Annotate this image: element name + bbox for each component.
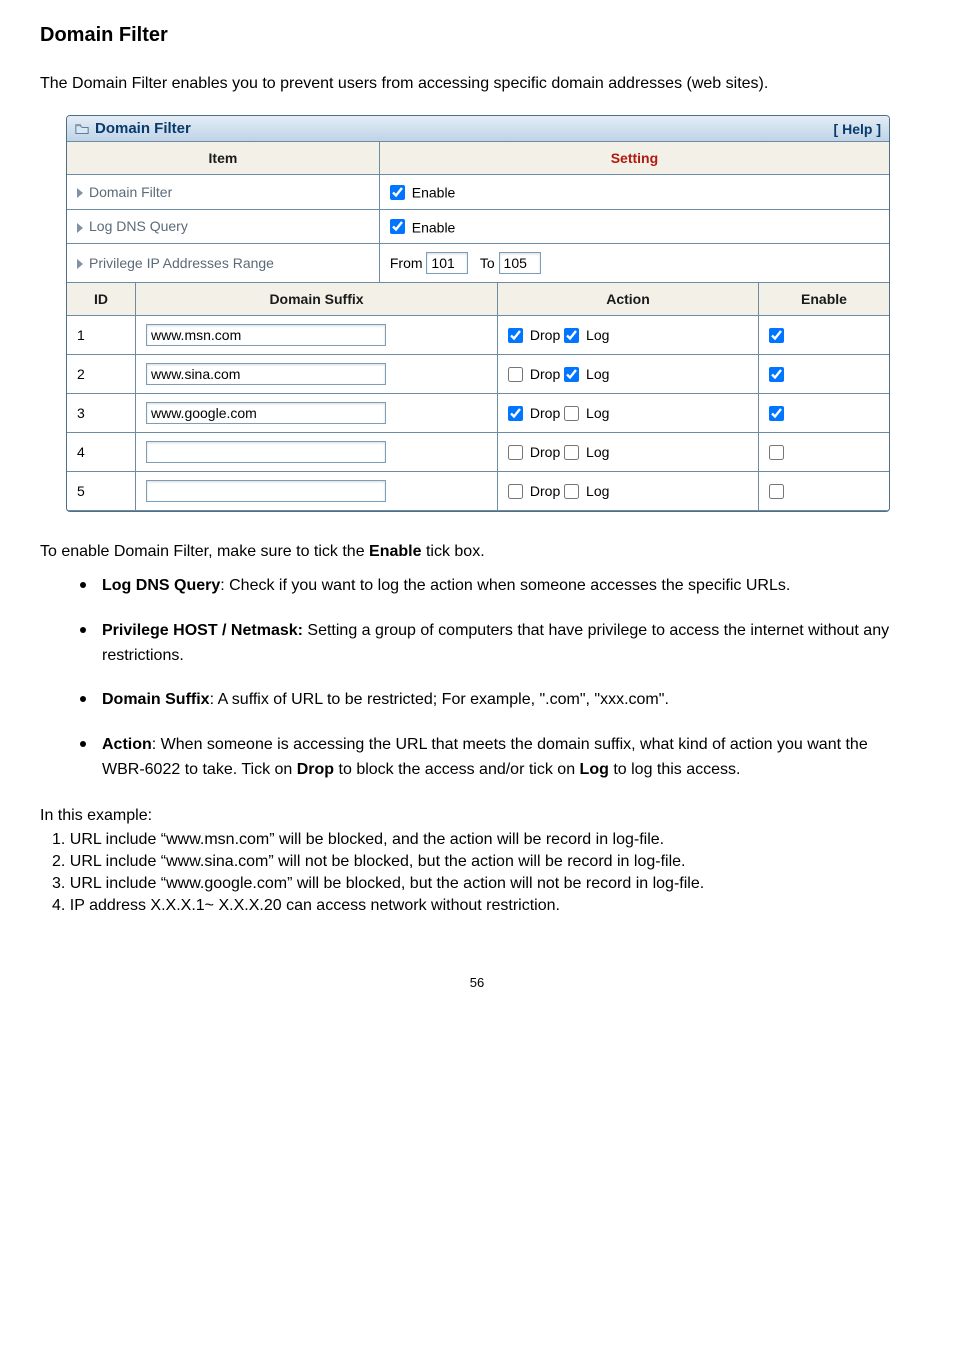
cell-action: Drop Log xyxy=(498,354,759,393)
cell-suffix xyxy=(136,354,498,393)
log-dns-enable-label: Enable xyxy=(412,219,456,235)
example-line: 3. URL include “www.google.com” will be … xyxy=(40,875,914,893)
cell-action: Drop Log xyxy=(498,432,759,471)
drop-checkbox[interactable] xyxy=(508,484,523,499)
enable-checkbox[interactable] xyxy=(769,406,784,421)
row-ip-range-label: Privilege IP Addresses Range xyxy=(67,243,379,282)
log-label: Log xyxy=(586,327,609,343)
cell-id: 4 xyxy=(67,432,136,471)
enable-checkbox[interactable] xyxy=(769,328,784,343)
cell-suffix xyxy=(136,393,498,432)
log-label: Log xyxy=(586,483,609,499)
cell-suffix xyxy=(136,471,498,510)
ip-from-label: From xyxy=(390,255,423,271)
cell-id: 5 xyxy=(67,471,136,510)
arrow-icon xyxy=(77,223,83,233)
col-item-header: Item xyxy=(67,142,379,175)
description-list: Log DNS Query: Check if you want to log … xyxy=(40,574,914,783)
col-enable-header: Enable xyxy=(759,283,890,316)
example-block: In this example: 1. URL include “www.msn… xyxy=(40,807,914,915)
list-item: Log DNS Query: Check if you want to log … xyxy=(74,574,914,599)
enable-checkbox[interactable] xyxy=(769,484,784,499)
log-checkbox[interactable] xyxy=(564,484,579,499)
suffix-input[interactable] xyxy=(146,324,386,346)
log-checkbox[interactable] xyxy=(564,406,579,421)
cell-action: Drop Log xyxy=(498,471,759,510)
cell-enable xyxy=(759,393,890,432)
example-line: 1. URL include “www.msn.com” will be blo… xyxy=(40,831,914,849)
cell-enable xyxy=(759,471,890,510)
log-checkbox[interactable] xyxy=(564,445,579,460)
row-domain-filter-label: Domain Filter xyxy=(67,175,379,209)
col-action-header: Action xyxy=(498,283,759,316)
suffix-input[interactable] xyxy=(146,402,386,424)
drop-checkbox[interactable] xyxy=(508,445,523,460)
help-link[interactable]: [ Help ] xyxy=(834,121,881,137)
list-item: Action: When someone is accessing the UR… xyxy=(74,733,914,783)
domain-filter-enable-label: Enable xyxy=(412,185,456,201)
cell-suffix xyxy=(136,432,498,471)
drop-label: Drop xyxy=(530,444,560,460)
drop-checkbox[interactable] xyxy=(508,367,523,382)
domain-filter-enable-checkbox[interactable] xyxy=(390,185,405,200)
suffix-input[interactable] xyxy=(146,363,386,385)
example-line: 2. URL include “www.sina.com” will not b… xyxy=(40,853,914,871)
folder-icon xyxy=(75,123,89,135)
drop-label: Drop xyxy=(530,483,560,499)
log-checkbox[interactable] xyxy=(564,328,579,343)
panel-title-text: Domain Filter xyxy=(95,120,191,137)
cell-action: Drop Log xyxy=(498,393,759,432)
ip-to-label: To xyxy=(480,255,495,271)
row-log-dns-label: Log DNS Query xyxy=(67,209,379,243)
cell-id: 3 xyxy=(67,393,136,432)
log-label: Log xyxy=(586,444,609,460)
panel-header: Domain Filter [ Help ] xyxy=(67,116,889,142)
page-title: Domain Filter xyxy=(40,24,914,47)
drop-checkbox[interactable] xyxy=(508,328,523,343)
ip-from-input[interactable] xyxy=(426,252,468,274)
log-label: Log xyxy=(586,366,609,382)
example-title: In this example: xyxy=(40,807,914,825)
enable-checkbox[interactable] xyxy=(769,367,784,382)
log-checkbox[interactable] xyxy=(564,367,579,382)
cell-action: Drop Log xyxy=(498,315,759,354)
cell-enable xyxy=(759,354,890,393)
ip-to-input[interactable] xyxy=(499,252,541,274)
table-row: 1 Drop Log xyxy=(67,315,889,354)
log-dns-enable-checkbox[interactable] xyxy=(390,219,405,234)
cell-enable xyxy=(759,315,890,354)
intro-paragraph: The Domain Filter enables you to prevent… xyxy=(40,73,914,95)
arrow-icon xyxy=(77,188,83,198)
col-id-header: ID xyxy=(67,283,136,316)
page-number: 56 xyxy=(40,975,914,990)
list-item: Domain Suffix: A suffix of URL to be res… xyxy=(74,688,914,713)
note-line: To enable Domain Filter, make sure to ti… xyxy=(40,540,914,564)
drop-checkbox[interactable] xyxy=(508,406,523,421)
table-row: 2 Drop Log xyxy=(67,354,889,393)
suffix-input[interactable] xyxy=(146,441,386,463)
table-row: 4 Drop Log xyxy=(67,432,889,471)
list-item: Privilege HOST / Netmask: Setting a grou… xyxy=(74,619,914,669)
log-label: Log xyxy=(586,405,609,421)
table-row: 5 Drop Log xyxy=(67,471,889,510)
enable-checkbox[interactable] xyxy=(769,445,784,460)
example-line: 4. IP address X.X.X.1~ X.X.X.20 can acce… xyxy=(40,897,914,915)
drop-label: Drop xyxy=(530,405,560,421)
suffix-input[interactable] xyxy=(146,480,386,502)
drop-label: Drop xyxy=(530,327,560,343)
cell-suffix xyxy=(136,315,498,354)
domain-filter-panel: Domain Filter [ Help ] Item Setting Doma… xyxy=(66,115,890,512)
arrow-icon xyxy=(77,259,83,269)
cell-id: 2 xyxy=(67,354,136,393)
col-setting-header: Setting xyxy=(379,142,889,175)
col-suffix-header: Domain Suffix xyxy=(136,283,498,316)
cell-enable xyxy=(759,432,890,471)
drop-label: Drop xyxy=(530,366,560,382)
cell-id: 1 xyxy=(67,315,136,354)
table-row: 3 Drop Log xyxy=(67,393,889,432)
